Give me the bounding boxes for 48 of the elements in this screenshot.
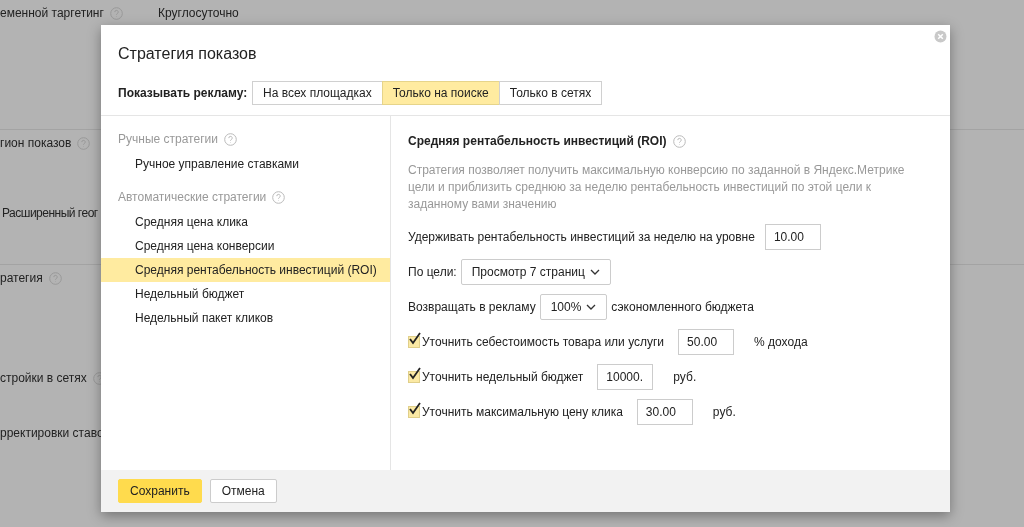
chevron-down-icon	[586, 304, 597, 310]
strategy-group-title: Автоматические стратегии	[118, 189, 267, 206]
field-label: Удерживать рентабельность инвестиций за неделю на уровне	[408, 229, 755, 246]
dialog-title: Стратегия показов	[118, 44, 258, 64]
setting-label: стройки в сетях	[0, 370, 87, 387]
strategy-item[interactable]: Средняя рентабельность инвестиций (ROI)	[101, 258, 390, 282]
checkbox-label[interactable]: Уточнить максимальную цену клика	[408, 403, 623, 421]
strategy-item[interactable]: Недельный пакет кликов	[101, 306, 390, 330]
number-input[interactable]: 10.00	[764, 224, 821, 250]
strategy-item[interactable]: Недельный бюджет	[101, 282, 390, 306]
setting-label: Расширенный геог	[1, 205, 98, 222]
strategy-heading: Средняя рентабельность инвестиций (ROI)	[408, 133, 667, 150]
field-label: Возвращать в рекламу	[408, 299, 536, 316]
help-icon[interactable]	[272, 190, 286, 204]
show-ads-label: Показывать рекламу:	[118, 85, 249, 102]
close-icon[interactable]	[934, 30, 947, 43]
placement-tab[interactable]: Только на поиске	[381, 81, 500, 105]
help-icon[interactable]	[672, 134, 686, 148]
placement-tab[interactable]: Только в сетях	[498, 81, 603, 105]
field-suffix: сэкономленного бюджета	[611, 299, 754, 316]
number-input[interactable]: 10000.	[597, 364, 654, 390]
setting-label: гион показов	[0, 135, 72, 152]
setting-label: ратегия	[0, 270, 43, 287]
save-button[interactable]: Сохранить	[118, 479, 202, 503]
field-suffix: руб.	[712, 404, 736, 421]
checkmark-icon	[408, 402, 422, 416]
field-suffix: руб.	[673, 369, 697, 386]
setting-label: еменной таргетинг	[0, 5, 104, 22]
field-label: По цели:	[408, 264, 457, 281]
field-suffix: % дохода	[754, 334, 808, 351]
strategy-item[interactable]: Ручное управление ставками	[101, 152, 390, 176]
setting-value: Круглосуточно	[158, 5, 239, 22]
strategy-description: Стратегия позволяет получить максимальную конверсию по заданной в Яндекс.Метрике цели и приблизить среднюю за неделю рентабельность инвестиций по этой цели к заданному вами значению	[408, 162, 906, 213]
strategy-item[interactable]: Средняя цена конверсии	[101, 234, 390, 258]
dropdown[interactable]: 100%	[539, 294, 608, 320]
checkbox-label[interactable]: Уточнить себестоимость товара или услуги	[408, 333, 665, 351]
number-input[interactable]: 30.00	[636, 399, 693, 425]
checkmark-icon	[408, 332, 422, 346]
strategy-group-title: Ручные стратегии	[118, 131, 218, 148]
dropdown[interactable]: Просмотр 7 страниц	[460, 259, 611, 285]
cancel-button[interactable]: Отмена	[209, 479, 277, 503]
strategy-item[interactable]: Средняя цена клика	[101, 210, 390, 234]
checkmark-icon	[408, 367, 422, 381]
help-icon[interactable]	[223, 132, 237, 146]
number-input[interactable]: 50.00	[678, 329, 735, 355]
chevron-down-icon	[589, 269, 600, 275]
placement-tab[interactable]: На всех площадках	[252, 81, 383, 105]
checkbox-label[interactable]: Уточнить недельный бюджет	[408, 368, 584, 386]
